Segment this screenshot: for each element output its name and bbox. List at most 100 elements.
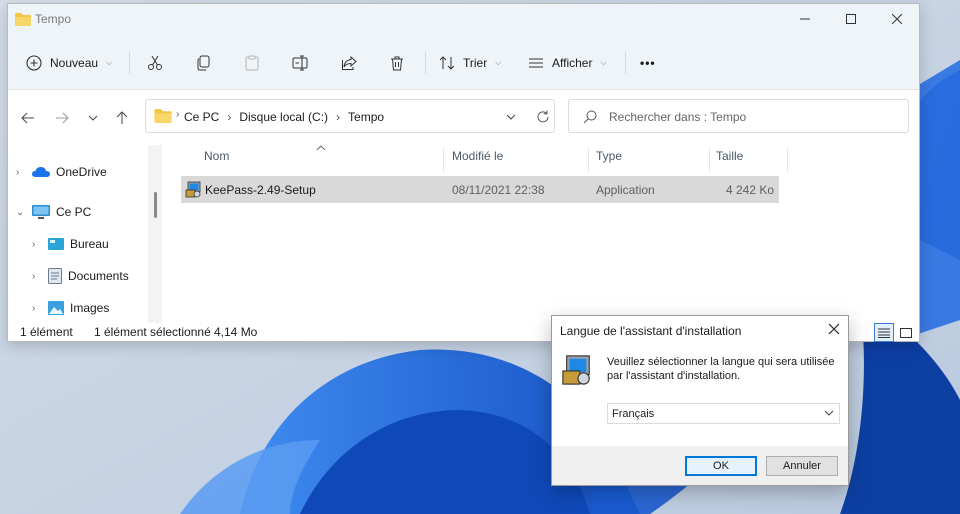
column-header-name[interactable]: Nom (204, 149, 229, 171)
chevron-down-icon[interactable]: ⌄ (16, 207, 26, 218)
cut-button[interactable] (147, 50, 163, 76)
chevron-right-icon[interactable]: › (16, 167, 26, 178)
list-view-icon (529, 58, 543, 68)
cancel-button[interactable]: Annuler (766, 456, 838, 476)
sidebar-item-label: Images (70, 301, 110, 315)
file-explorer-window: Tempo Nouveau ⌵ Trier ⌵ Afficher ⌵ ••• ›… (7, 3, 920, 342)
share-icon (342, 55, 357, 70)
chevron-right-icon[interactable]: › (32, 239, 42, 250)
file-name: KeePass-2.49-Setup (205, 183, 316, 197)
sort-ascending-icon (316, 145, 326, 151)
dialog-title-bar: Langue de l'assistant d'installation (552, 316, 848, 346)
file-type: Application (596, 183, 655, 197)
new-label: Nouveau (50, 56, 99, 70)
copy-button[interactable] (196, 50, 212, 76)
minimize-icon (800, 18, 810, 20)
sidebar-item-this-pc[interactable]: ⌄ Ce PC (16, 201, 91, 223)
column-divider[interactable] (443, 148, 444, 172)
up-button[interactable] (111, 107, 133, 129)
chevron-right-icon[interactable]: › (32, 271, 42, 282)
view-button[interactable]: Afficher ⌵ (528, 50, 607, 76)
image-icon (48, 301, 64, 315)
breadcrumb-separator-icon: › (227, 110, 232, 124)
back-button[interactable] (17, 107, 39, 129)
close-button[interactable] (874, 4, 920, 34)
arrow-up-icon (116, 111, 128, 124)
recent-locations-button[interactable] (82, 107, 104, 129)
sidebar-item-label: Ce PC (56, 205, 92, 219)
sidebar-item-documents[interactable]: › Documents (32, 265, 129, 287)
sidebar-item-label: Documents (68, 269, 129, 283)
address-bar[interactable]: › Ce PC › Disque local (C:) › Tempo (145, 99, 555, 133)
refresh-icon[interactable] (536, 110, 550, 124)
rename-button[interactable] (292, 50, 308, 76)
view-label: Afficher (552, 56, 593, 70)
document-icon (48, 268, 62, 284)
installer-icon (562, 355, 590, 385)
column-header-modified[interactable]: Modifié le (452, 149, 503, 171)
computer-icon (32, 204, 50, 219)
arrow-right-icon (56, 112, 69, 124)
toolbar-divider (129, 52, 130, 74)
maximize-icon (846, 14, 856, 24)
tiles-view-button[interactable] (896, 323, 916, 342)
language-select-value: Français (612, 408, 655, 420)
column-divider[interactable] (588, 148, 589, 172)
sidebar-scroll-track[interactable] (148, 145, 162, 323)
add-icon (26, 55, 42, 71)
sort-button[interactable]: Trier ⌵ (439, 50, 501, 76)
title-bar: Tempo (8, 4, 919, 34)
paste-button[interactable] (244, 50, 260, 76)
sort-label: Trier (463, 56, 488, 70)
ok-button[interactable]: OK (685, 456, 757, 476)
status-item-count: 1 élément (20, 325, 73, 339)
file-modified: 08/11/2021 22:38 (452, 183, 545, 197)
minimize-button[interactable] (782, 4, 828, 34)
column-header-size[interactable]: Taille (716, 149, 743, 171)
installer-language-dialog: Langue de l'assistant d'installation Veu… (551, 315, 849, 486)
navigation-pane: › OneDrive ⌄ Ce PC › Bureau › Documents … (8, 145, 163, 323)
sort-icon (439, 56, 455, 70)
scissors-icon (148, 55, 162, 70)
desktop-icon (48, 238, 64, 250)
language-select[interactable]: Français (607, 403, 840, 424)
forward-button[interactable] (51, 107, 73, 129)
column-divider[interactable] (787, 148, 788, 172)
sidebar-item-label: OneDrive (56, 165, 107, 179)
sidebar-item-desktop[interactable]: › Bureau (32, 233, 109, 255)
chevron-right-icon[interactable]: › (32, 303, 42, 314)
breadcrumb-item[interactable]: Disque local (C:) (239, 110, 328, 124)
search-icon (583, 110, 597, 124)
navigation-row: › Ce PC › Disque local (C:) › Tempo Rech… (8, 91, 919, 145)
folder-icon (154, 109, 172, 123)
more-icon: ••• (640, 56, 656, 70)
table-row[interactable]: KeePass-2.49-Setup 08/11/2021 22:38 Appl… (181, 176, 779, 203)
close-icon (892, 14, 902, 24)
dialog-body: Veuillez sélectionner la langue qui sera… (552, 346, 848, 446)
dialog-title: Langue de l'assistant d'installation (560, 324, 742, 338)
file-size: 4 242 Ko (725, 183, 774, 197)
close-icon[interactable] (828, 323, 840, 335)
sidebar-item-pictures[interactable]: › Images (32, 297, 109, 319)
share-button[interactable] (341, 50, 357, 76)
clipboard-icon (245, 55, 259, 71)
chevron-down-icon[interactable] (506, 114, 516, 120)
trash-icon (391, 56, 403, 71)
details-view-icon (878, 328, 890, 338)
file-list: Nom Modifié le Type Taille KeePass-2.49-… (178, 145, 898, 323)
column-divider[interactable] (709, 148, 710, 172)
status-selected: 1 élément sélectionné (94, 325, 211, 339)
maximize-button[interactable] (828, 4, 874, 34)
delete-button[interactable] (389, 50, 405, 76)
breadcrumb-item[interactable]: Tempo (348, 110, 384, 124)
sidebar-item-onedrive[interactable]: › OneDrive (16, 161, 107, 183)
sidebar-scrollbar-thumb[interactable] (154, 192, 157, 218)
new-button[interactable]: Nouveau ⌵ (26, 50, 112, 76)
more-options-button[interactable]: ••• (640, 50, 656, 76)
column-header-type[interactable]: Type (596, 149, 622, 171)
details-view-button[interactable] (874, 323, 894, 342)
chevron-down-icon: ⌵ (495, 58, 502, 67)
sidebar-item-label: Bureau (70, 237, 109, 251)
breadcrumb-item[interactable]: Ce PC (184, 110, 219, 124)
search-input[interactable]: Rechercher dans : Tempo (568, 99, 909, 133)
